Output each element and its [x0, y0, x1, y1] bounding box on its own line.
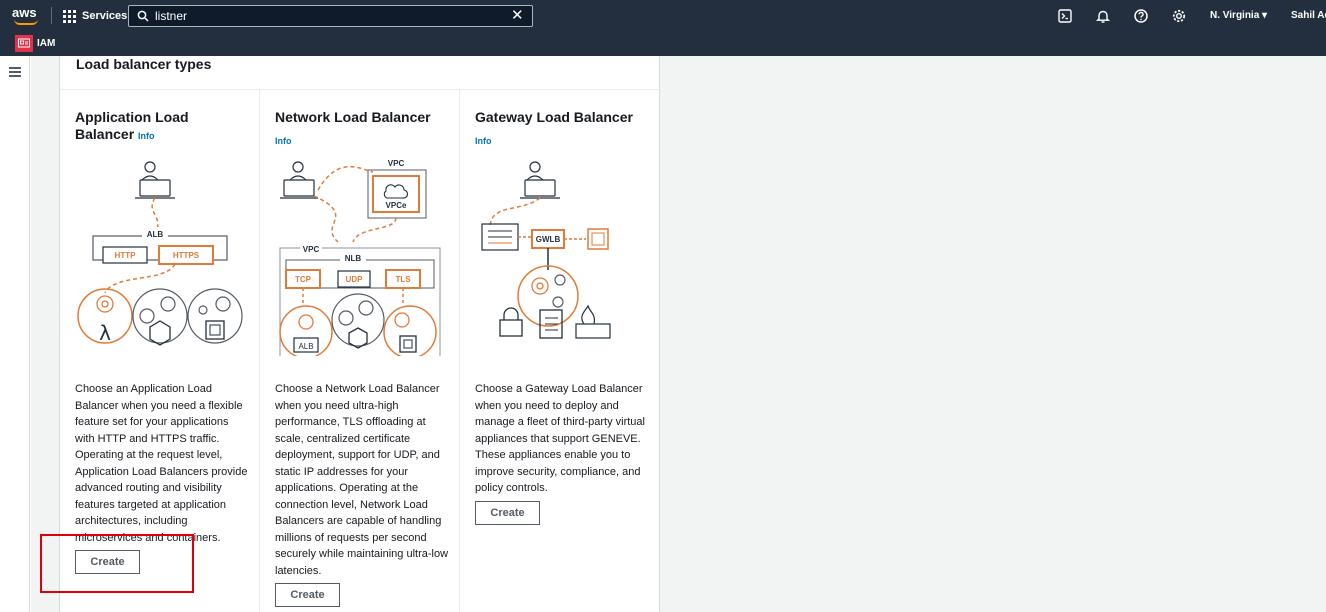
info-link[interactable]: Info	[275, 136, 292, 146]
side-navigation	[0, 56, 30, 612]
help-icon[interactable]	[1133, 8, 1149, 24]
svg-text:λ: λ	[99, 321, 111, 345]
section-title: Load balancer types	[76, 56, 212, 72]
alb-diagram: ALB HTTP HTTPS λ	[77, 161, 243, 346]
create-nlb-button[interactable]: Create	[275, 583, 340, 607]
card-network-load-balancer: Network Load Balancer Info VPC VPCe VPC	[260, 90, 460, 612]
vpc-main-label: VPC	[303, 245, 320, 254]
listener-udp: UDP	[346, 275, 364, 284]
highlight-box	[40, 534, 194, 593]
region-selector[interactable]: N. Virginia ▾	[1210, 10, 1267, 21]
card-description: Choose a Network Load Balancer when you …	[275, 383, 449, 577]
nlb-label: NLB	[345, 254, 362, 263]
alb-target-label: ALB	[298, 342, 313, 351]
grid-icon	[63, 9, 76, 23]
account-menu[interactable]: Sahil Ad	[1291, 10, 1326, 21]
search-input[interactable]	[155, 8, 495, 24]
info-link[interactable]: Info	[138, 131, 155, 141]
listener-https: HTTPS	[173, 251, 200, 260]
service-favorites-bar: IAM	[0, 31, 1326, 56]
create-gwlb-button[interactable]: Create	[475, 501, 540, 525]
info-link[interactable]: Info	[475, 136, 492, 146]
top-navigation: aws Services ✕ N. Virginia ▾ Sahil Ad	[0, 0, 1326, 31]
gwlb-diagram: GWLB	[481, 161, 611, 339]
load-balancer-types-container: Load balancer types Application Load Bal…	[59, 56, 661, 612]
card-gateway-load-balancer: Gateway Load Balancer Info GWLB Choose a…	[460, 90, 660, 612]
listener-tcp: TCP	[295, 275, 312, 284]
settings-icon[interactable]	[1171, 8, 1187, 24]
info-link-row: Info	[275, 131, 292, 149]
card-title: Network Load Balancer	[275, 109, 450, 126]
aws-logo[interactable]: aws	[12, 5, 42, 25]
cloudshell-icon[interactable]	[1057, 8, 1073, 24]
card-title-text: Application Load Balancer	[75, 109, 189, 142]
services-label: Services	[82, 10, 128, 22]
card-title: Application Load Balancer Info	[75, 109, 250, 145]
alb-label: ALB	[147, 230, 164, 239]
search-icon	[137, 10, 149, 22]
gwlb-label: GWLB	[536, 235, 561, 244]
card-title-text: Gateway Load Balancer	[475, 109, 633, 125]
iam-shortcut-label[interactable]: IAM	[37, 38, 55, 49]
listener-tls: TLS	[395, 275, 411, 284]
services-menu-button[interactable]: Services	[63, 8, 127, 24]
nlb-diagram: VPC VPCe VPC NLB TCP UDP TLS ALB	[279, 159, 441, 356]
listener-http: HTTP	[115, 251, 137, 260]
clear-search-icon[interactable]: ✕	[511, 8, 524, 23]
card-title-text: Network Load Balancer	[275, 109, 431, 125]
card-title: Gateway Load Balancer	[475, 109, 650, 126]
iam-icon[interactable]	[15, 35, 33, 52]
bell-icon[interactable]	[1095, 8, 1111, 24]
aws-logo-text: aws	[12, 5, 37, 20]
vpce-label: VPCe	[386, 201, 407, 210]
search-box[interactable]: ✕	[128, 5, 533, 27]
card-description: Choose an Application Load Balancer when…	[75, 383, 248, 544]
vpc-top-label: VPC	[388, 159, 405, 168]
nav-divider	[51, 7, 52, 24]
info-link-row: Info	[475, 131, 492, 149]
card-description: Choose a Gateway Load Balancer when you …	[475, 383, 645, 494]
menu-icon[interactable]	[9, 67, 21, 77]
